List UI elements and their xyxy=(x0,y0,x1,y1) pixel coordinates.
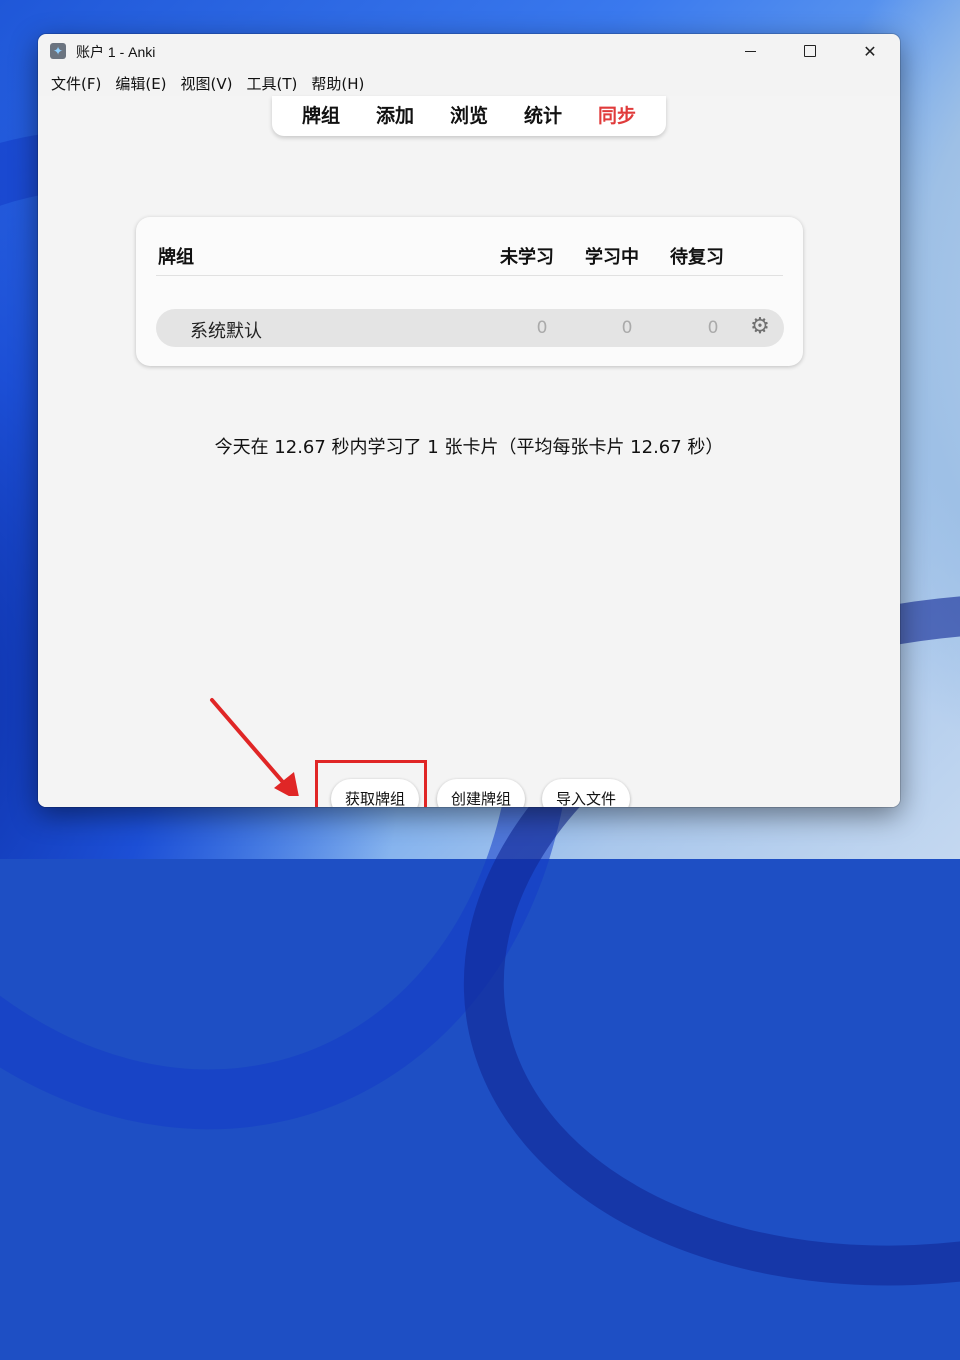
deck-new-count: 0 xyxy=(536,318,548,338)
deck-name-link[interactable]: 系统默认 xyxy=(190,317,262,343)
deck-row[interactable]: 系统默认 0 0 0 ⚙ xyxy=(156,309,784,347)
anki-app-icon: ✦ xyxy=(50,43,66,59)
deck-learning-count: 0 xyxy=(621,318,633,338)
menu-tools[interactable]: 工具(T) xyxy=(240,72,305,96)
window-title: 账户 1 - Anki xyxy=(76,44,156,60)
menu-bar: 文件(F) 编辑(E) 视图(V) 工具(T) 帮助(H) xyxy=(38,72,900,96)
tab-decks[interactable]: 牌组 xyxy=(284,96,358,136)
menu-view[interactable]: 视图(V) xyxy=(174,72,240,96)
title-bar[interactable]: ✦ 账户 1 - Anki ✕ xyxy=(38,34,900,68)
maximize-button[interactable] xyxy=(780,34,840,68)
highlight-box xyxy=(315,760,427,807)
anki-main-window: ✦ 账户 1 - Anki ✕ 文件(F) 编辑(E) 视图(V) 工具(T) … xyxy=(38,34,900,807)
minimize-button[interactable] xyxy=(720,34,780,68)
close-button[interactable]: ✕ xyxy=(840,34,900,68)
header-new: 未学习 xyxy=(500,247,554,268)
deck-list-header: 牌组 未学习 学习中 待复习 xyxy=(156,239,783,276)
deck-due-count: 0 xyxy=(707,318,719,338)
header-deck: 牌组 xyxy=(158,247,194,268)
study-stats-text: 今天在 12.67 秒内学习了 1 张卡片（平均每张卡片 12.67 秒） xyxy=(214,437,724,458)
deck-list-card: 牌组 未学习 学习中 待复习 系统默认 0 0 0 ⚙ xyxy=(136,217,803,366)
header-learning: 学习中 xyxy=(585,247,639,268)
top-toolbar: 牌组 添加 浏览 统计 同步 xyxy=(272,96,666,136)
gear-icon[interactable]: ⚙ xyxy=(748,315,772,339)
import-file-button[interactable]: 导入文件 xyxy=(542,779,630,807)
tab-browse[interactable]: 浏览 xyxy=(432,96,506,136)
red-arrow-icon xyxy=(210,698,299,796)
menu-edit[interactable]: 编辑(E) xyxy=(108,72,173,96)
main-content: 牌组 添加 浏览 统计 同步 牌组 未学习 学习中 待复习 系统默认 0 0 0… xyxy=(38,96,900,807)
tab-sync[interactable]: 同步 xyxy=(580,96,654,136)
close-icon: ✕ xyxy=(863,41,877,61)
tab-stats[interactable]: 统计 xyxy=(506,96,580,136)
menu-help[interactable]: 帮助(H) xyxy=(304,72,371,96)
minimize-icon xyxy=(744,50,756,52)
tab-add[interactable]: 添加 xyxy=(358,96,432,136)
create-deck-button[interactable]: 创建牌组 xyxy=(437,779,525,807)
maximize-icon xyxy=(804,45,816,57)
menu-file[interactable]: 文件(F) xyxy=(44,72,108,96)
header-due: 待复习 xyxy=(670,247,724,268)
